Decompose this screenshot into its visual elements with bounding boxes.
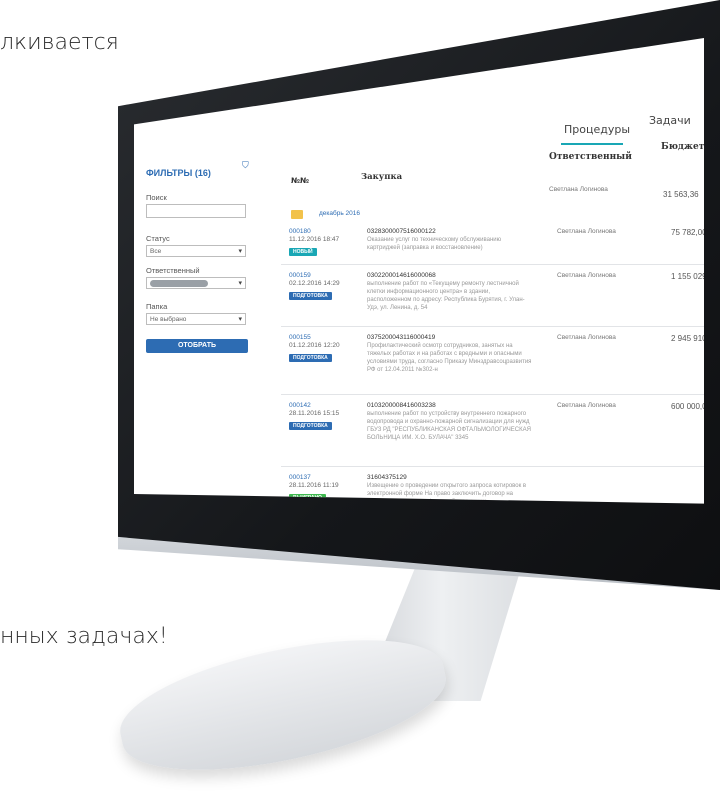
apply-filters-button[interactable]: ОТОБРАТЬ bbox=[146, 339, 248, 353]
col-purchase-header: Закупка bbox=[361, 172, 403, 182]
row-code[interactable]: 0328300007516000122 bbox=[367, 228, 436, 236]
row-divider bbox=[281, 326, 704, 327]
background-text-top: лкивается bbox=[0, 30, 119, 55]
row-divider bbox=[281, 466, 704, 467]
monitor: Процедуры Задачи ФИЛЬТРЫ (16) ⛉ Поиск Ст… bbox=[110, 0, 720, 793]
row-budget: 1 155 029,76 bbox=[671, 272, 704, 281]
status-badge: НОВЫЙ bbox=[289, 248, 317, 256]
col-responsible-header: Ответственный bbox=[549, 152, 632, 162]
folder-select[interactable]: Не выбрано bbox=[146, 313, 246, 325]
row-code[interactable]: 0375200043116000419 bbox=[367, 334, 435, 342]
row-date: 01.12.2016 12:20 bbox=[289, 342, 340, 349]
folder-icon bbox=[291, 210, 303, 219]
folder-group-label: декабрь 2016 bbox=[319, 210, 360, 217]
search-input[interactable] bbox=[146, 204, 246, 218]
row-divider bbox=[281, 394, 704, 395]
col-budget-header: Бюджет bbox=[661, 142, 704, 152]
row-code[interactable]: 31604375129 bbox=[367, 474, 407, 482]
row-description: Профилактический осмотр сотрудников, зан… bbox=[367, 343, 532, 373]
filters-sidebar: ФИЛЬТРЫ (16) ⛉ Поиск Статус Все Ответств… bbox=[140, 150, 268, 370]
row-number[interactable]: 000137 bbox=[289, 474, 311, 482]
status-select[interactable]: Все bbox=[146, 245, 246, 257]
status-badge: ПОДГОТОВКА bbox=[289, 354, 332, 362]
filter-icon[interactable]: ⛉ bbox=[242, 160, 249, 171]
procedures-table: №№ Закупка Ответственный Бюджет ✎ декабр… bbox=[281, 114, 704, 504]
row-number[interactable]: 000159 bbox=[289, 272, 311, 280]
row-number[interactable]: 000142 bbox=[289, 402, 311, 410]
row-date: 02.12.2016 14:29 bbox=[289, 280, 340, 287]
responsible-select[interactable] bbox=[146, 277, 246, 289]
row-date: 28.11.2016 11:19 bbox=[289, 482, 339, 489]
status-badge: ПОДГОТОВКА bbox=[289, 422, 332, 430]
row-description: Оказание услуг по техническому обслужива… bbox=[367, 237, 502, 251]
row-description: выполнение работ по устройству внутренне… bbox=[367, 411, 531, 441]
group-responsible: Светлана Логинова bbox=[549, 186, 608, 193]
search-label: Поиск bbox=[146, 193, 167, 202]
status-badge: ПОДГОТОВКА bbox=[289, 292, 332, 300]
col-number-header: №№ bbox=[291, 176, 310, 185]
row-date: 28.11.2016 15:15 bbox=[289, 410, 340, 417]
row-budget: 75 782,00 bbox=[671, 228, 704, 237]
row-responsible: Светлана Логинова bbox=[557, 402, 616, 409]
row-responsible: Светлана Логинова bbox=[557, 228, 616, 235]
row-number[interactable]: 000180 bbox=[289, 228, 311, 236]
row-date: 11.12.2016 18:47 bbox=[289, 236, 340, 243]
row-code[interactable]: 0103200008416003238 bbox=[367, 402, 436, 410]
folder-label: Папка bbox=[146, 302, 168, 311]
filters-title: ФИЛЬТРЫ (16) bbox=[146, 168, 211, 178]
status-label: Статус bbox=[146, 234, 170, 243]
row-description: выполнение работ по «Текущему ремонту ле… bbox=[367, 281, 525, 311]
row-responsible: Светлана Логинова bbox=[557, 272, 616, 279]
row-budget: 600 000,00 bbox=[671, 402, 704, 411]
row-budget: 2 945 910,00 bbox=[671, 334, 704, 343]
row-divider bbox=[281, 264, 704, 265]
row-code[interactable]: 0302200014616000068 bbox=[367, 272, 436, 280]
monitor-base bbox=[110, 616, 456, 793]
row-responsible: Светлана Логинова bbox=[557, 334, 616, 341]
group-budget: 31 563,36 bbox=[663, 190, 699, 199]
responsible-value-redacted bbox=[150, 280, 208, 287]
row-number[interactable]: 000155 bbox=[289, 334, 311, 342]
responsible-label: Ответственный bbox=[146, 266, 200, 275]
